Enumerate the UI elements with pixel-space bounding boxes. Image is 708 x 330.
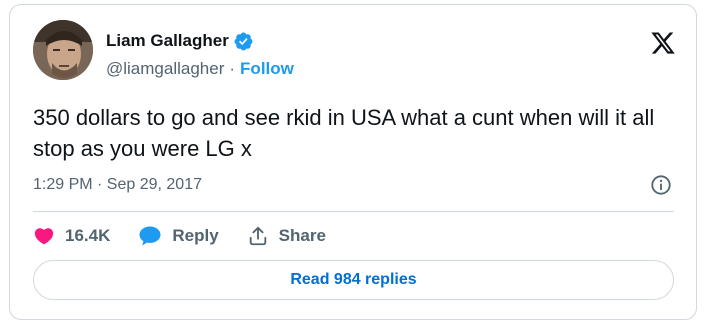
info-icon[interactable] <box>650 174 672 196</box>
speech-bubble-icon <box>138 225 162 247</box>
separator-dot: · <box>229 59 236 78</box>
tweet-text: 350 dollars to go and see rkid in USA wh… <box>33 105 655 161</box>
avatar[interactable] <box>33 20 93 80</box>
read-replies-label: Read 984 replies <box>290 271 417 288</box>
reply-label: Reply <box>172 226 219 245</box>
author-handle[interactable]: @liamgallagher <box>106 59 224 79</box>
reply-button[interactable]: Reply <box>138 225 219 247</box>
divider <box>33 211 674 212</box>
follow-button[interactable]: Follow <box>240 59 294 79</box>
author-name-row: Liam Gallagher <box>106 29 254 53</box>
share-label: Share <box>278 226 326 245</box>
read-replies-button[interactable]: Read 984 replies <box>33 260 674 300</box>
verified-badge-icon <box>233 31 254 52</box>
like-count: 16.4K <box>65 226 111 245</box>
action-bar: 16.4K Reply Share <box>33 221 354 251</box>
heart-icon <box>33 225 55 247</box>
tweet-timestamp[interactable]: 1:29 PM · Sep 29, 2017 <box>33 176 202 194</box>
author-handle-row: @liamgallagher · Follow <box>106 59 294 79</box>
tweet-card: Liam Gallagher @liamgallagher · Follow 3… <box>9 4 697 320</box>
like-button[interactable]: 16.4K <box>33 225 110 247</box>
avatar-photo <box>33 20 93 80</box>
x-logo-icon[interactable] <box>650 30 676 56</box>
author-display-name[interactable]: Liam Gallagher <box>106 31 229 51</box>
share-upload-icon <box>247 225 269 247</box>
share-button[interactable]: Share <box>247 225 326 247</box>
